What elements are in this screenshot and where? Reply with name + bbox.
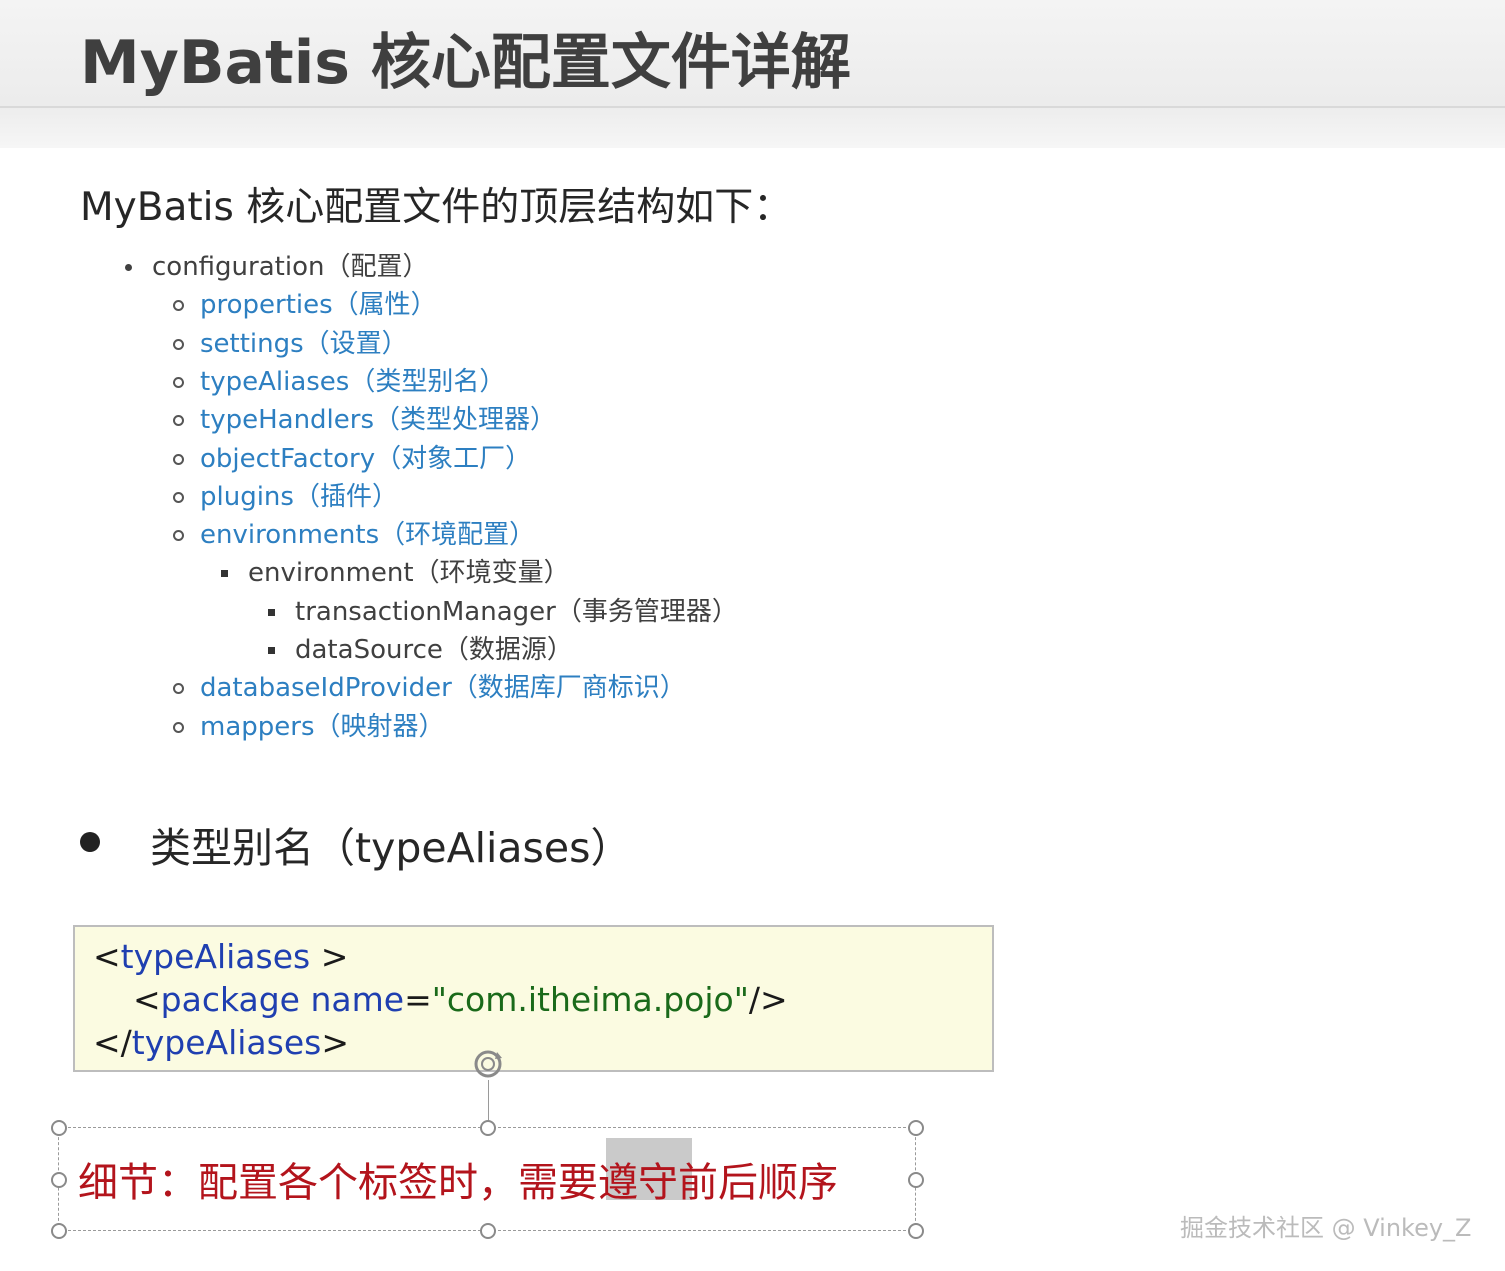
code-token: </ xyxy=(93,1023,132,1062)
code-line-3: </typeAliases> xyxy=(93,1021,349,1064)
code-token: package name xyxy=(160,980,405,1019)
tree-item: properties（属性） xyxy=(173,289,437,321)
circle-bullet-icon xyxy=(173,453,184,465)
tree-item-label: settings（设置） xyxy=(200,328,408,359)
circle-bullet-icon xyxy=(173,491,184,503)
tree-item-label: typeHandlers（类型处理器） xyxy=(200,405,557,436)
tree-item-label: plugins（插件） xyxy=(200,481,398,512)
tree-item-label: transactionManager（事务管理器） xyxy=(295,596,738,627)
tree-item-label: databaseIdProvider（数据库厂商标识） xyxy=(200,673,686,704)
code-token: < xyxy=(133,980,161,1019)
header-divider xyxy=(0,106,1505,108)
tree-item: typeAliases（类型别名） xyxy=(173,366,506,398)
code-token: > xyxy=(310,937,349,976)
slide-header: MyBatis 核心配置文件详解 xyxy=(0,0,1505,148)
resize-handle-top-right[interactable] xyxy=(908,1120,924,1136)
tree-item: configuration（配置） xyxy=(125,251,429,283)
circle-bullet-icon xyxy=(173,530,184,542)
tree-item: plugins（插件） xyxy=(173,481,398,513)
tree-item: environment（环境变量） xyxy=(221,557,570,589)
resize-handle-right[interactable] xyxy=(908,1172,924,1188)
rotate-icon[interactable] xyxy=(470,1046,506,1082)
disc-bullet-icon xyxy=(125,264,132,271)
tree-item-label: mappers（映射器） xyxy=(200,711,445,742)
resize-handle-top[interactable] xyxy=(480,1120,496,1136)
square-bullet-icon xyxy=(221,570,228,578)
circle-bullet-icon xyxy=(173,415,184,427)
code-line-1: <typeAliases > xyxy=(93,935,348,978)
code-token: typeAliases xyxy=(131,1023,322,1062)
code-token: < xyxy=(93,937,121,976)
slide-title: MyBatis 核心配置文件详解 xyxy=(80,28,851,98)
code-block[interactable]: <typeAliases > <package name="com.itheim… xyxy=(73,925,994,1072)
resize-handle-top-left[interactable] xyxy=(51,1120,67,1136)
code-token: > xyxy=(321,1023,349,1062)
circle-bullet-icon xyxy=(173,300,184,312)
note-text[interactable]: 细节：配置各个标签时，需要遵守前后顺序 xyxy=(78,1150,838,1208)
tree-item: settings（设置） xyxy=(173,328,408,360)
circle-bullet-icon xyxy=(173,338,184,350)
tree-item: mappers（映射器） xyxy=(173,711,445,743)
code-token: = xyxy=(404,980,432,1019)
resize-handle-left[interactable] xyxy=(51,1172,67,1188)
tree-item-label: dataSource（数据源） xyxy=(295,635,573,665)
tree-item-label: configuration（配置） xyxy=(152,252,429,282)
tree-item: dataSource（数据源） xyxy=(268,634,573,666)
code-line-2: <package name="com.itheima.pojo"/> xyxy=(133,978,788,1021)
square-bullet-icon xyxy=(268,647,275,654)
tree-item: databaseIdProvider（数据库厂商标识） xyxy=(173,672,686,704)
resize-handle-bottom-left[interactable] xyxy=(51,1223,67,1239)
circle-bullet-icon xyxy=(173,376,184,388)
tree-item: transactionManager（事务管理器） xyxy=(268,596,738,628)
square-bullet-icon xyxy=(268,608,275,616)
tree-item-label: objectFactory（对象工厂） xyxy=(200,443,532,474)
tree-item: objectFactory（对象工厂） xyxy=(173,443,532,475)
section-bullet xyxy=(80,832,100,852)
resize-handle-bottom-right[interactable] xyxy=(908,1223,924,1239)
intro-text: MyBatis 核心配置文件的顶层结构如下： xyxy=(80,185,793,230)
watermark: 掘金技术社区 @ Vinkey_Z xyxy=(1180,1214,1472,1242)
circle-bullet-icon xyxy=(173,721,184,733)
tree-item-label: environments（环境配置） xyxy=(200,520,536,551)
code-token: typeAliases xyxy=(120,937,311,976)
code-token: "com.itheima.pojo" xyxy=(431,980,749,1019)
tree-item-label: properties（属性） xyxy=(200,290,437,321)
code-token: /> xyxy=(748,980,788,1019)
circle-bullet-icon xyxy=(173,683,184,695)
resize-handle-bottom[interactable] xyxy=(480,1223,496,1239)
tree-item-label: typeAliases（类型别名） xyxy=(200,366,506,397)
tree-item-label: environment（环境变量） xyxy=(248,558,570,589)
tree-item: environments（环境配置） xyxy=(173,519,536,551)
section-heading-label: 类型别名（typeAliases） xyxy=(150,824,632,872)
tree-item: typeHandlers（类型处理器） xyxy=(173,404,557,436)
